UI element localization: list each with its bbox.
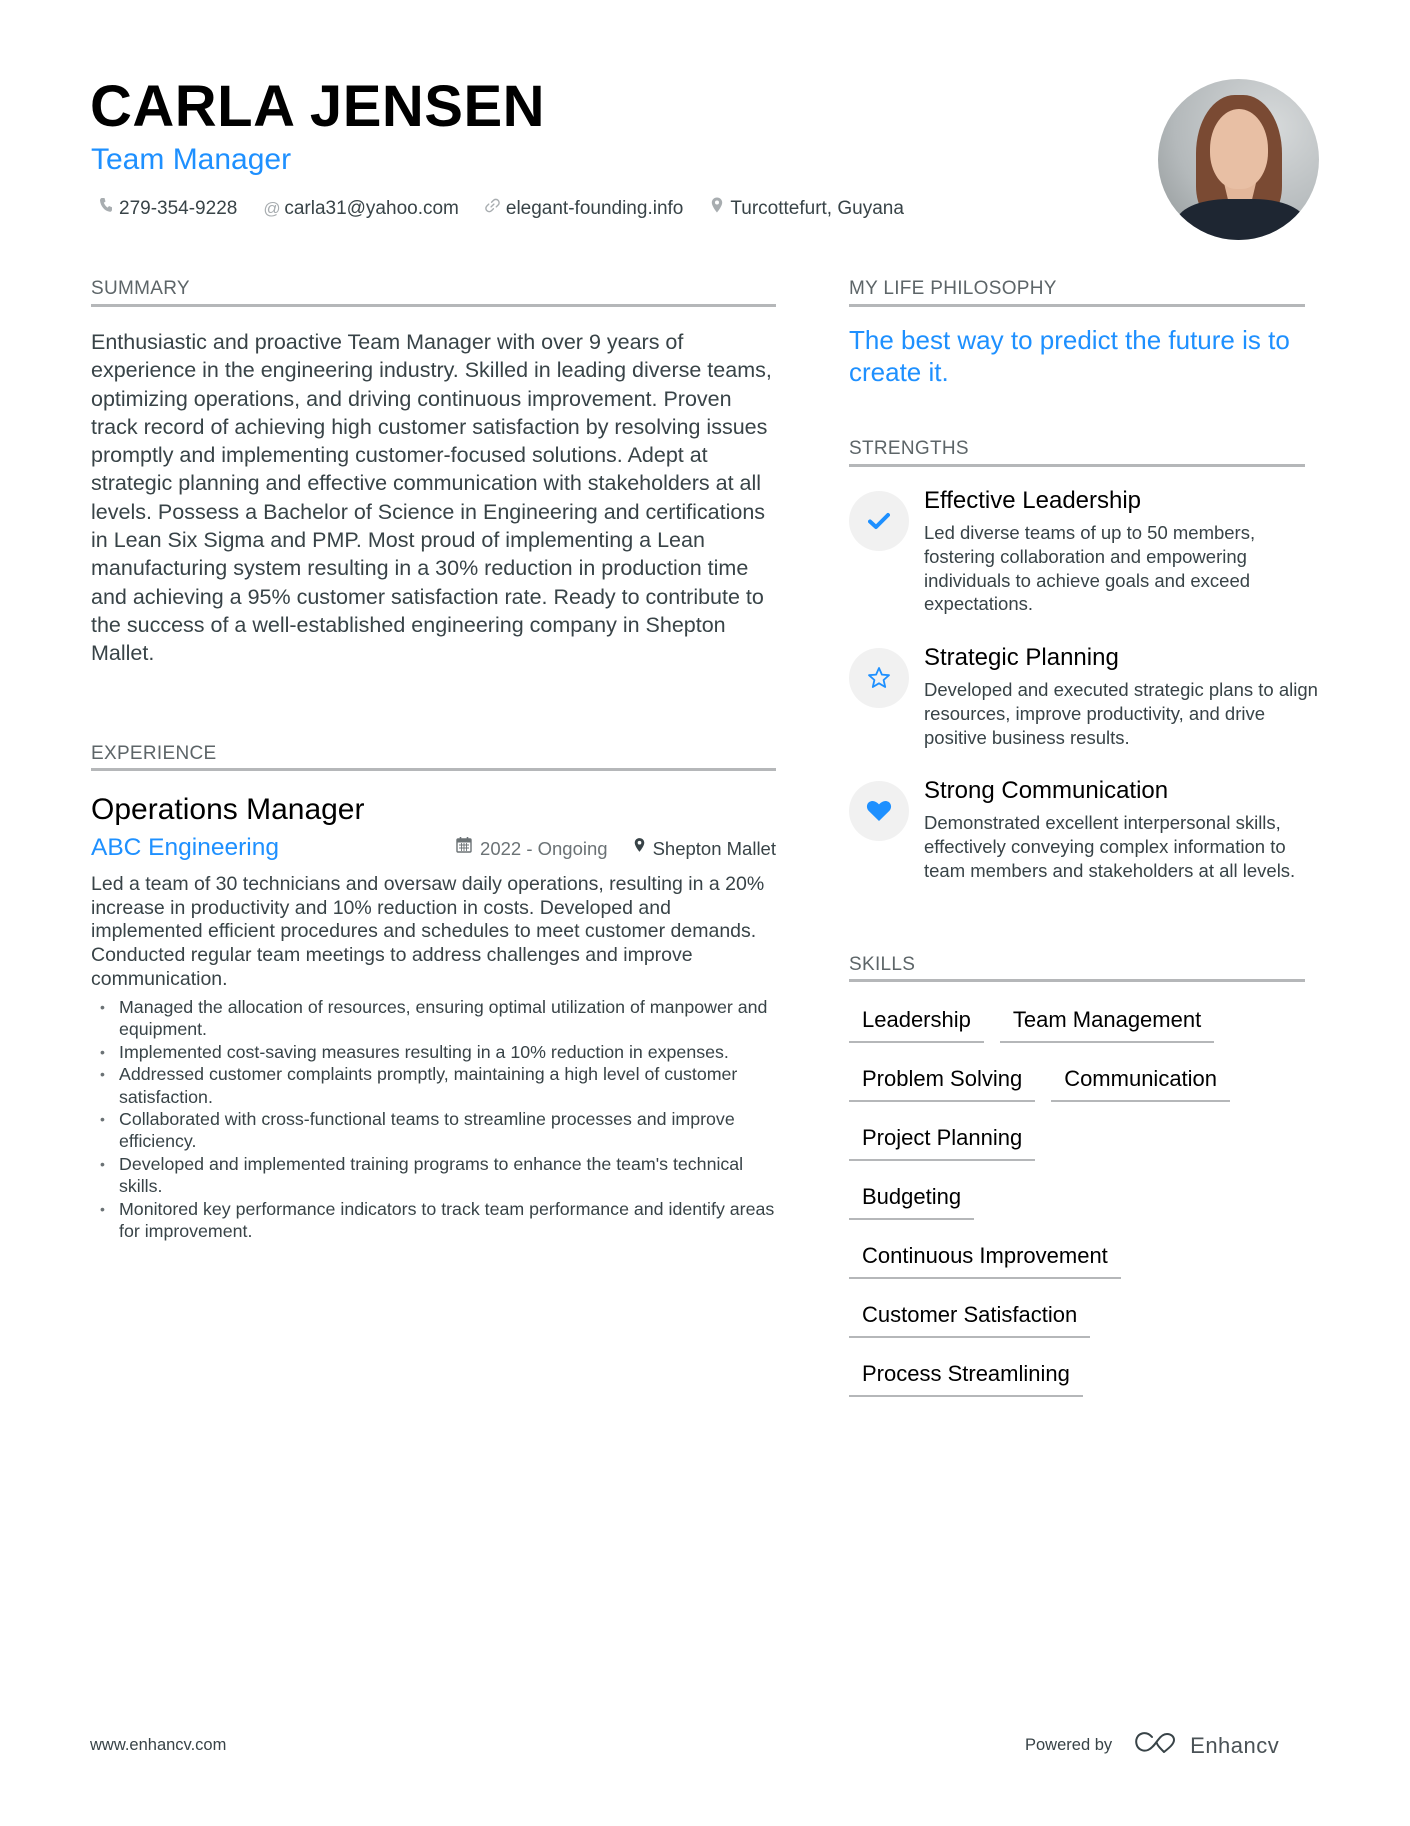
phone-icon <box>98 195 114 223</box>
profile-photo <box>1158 79 1319 240</box>
heart-icon <box>849 781 909 841</box>
job-bullet: Monitored key performance indicators to … <box>91 1198 791 1243</box>
job-dates-text: 2022 - Ongoing <box>480 838 608 859</box>
experience-divider <box>91 768 776 771</box>
job-description: Led a team of 30 technicians and oversaw… <box>91 873 765 990</box>
philosophy-quote: The best way to predict the future is to… <box>849 325 1290 387</box>
experience-heading: EXPERIENCE <box>91 743 217 764</box>
powered-by-label: Powered by <box>1025 1736 1113 1754</box>
contact-location-text: Turcottefurt, Guyana <box>730 198 904 219</box>
job-location: Shepton Mallet <box>634 836 776 862</box>
strength-description: Demonstrated excellent interpersonal ski… <box>924 812 1296 881</box>
skill-tag: Process Streamlining <box>849 1354 1083 1397</box>
strengths-divider <box>849 464 1305 467</box>
skill-tag: Budgeting <box>849 1177 975 1220</box>
skills-list: Leadership Team Management Problem Solvi… <box>849 1000 1309 1397</box>
contact-location: Turcottefurt, Guyana <box>709 195 904 223</box>
enhancv-brand[interactable]: Enhancv <box>1134 1731 1279 1760</box>
job-location-text: Shepton Mallet <box>652 838 776 859</box>
job-company: ABC Engineering <box>91 834 279 861</box>
summary-divider <box>91 304 776 307</box>
strengths-heading: STRENGTHS <box>849 438 969 459</box>
job-bullet: Collaborated with cross-functional teams… <box>91 1108 791 1153</box>
calendar-icon <box>456 836 472 862</box>
job-title: Operations Manager <box>91 793 365 826</box>
skills-heading: SKILLS <box>849 954 916 975</box>
skill-tag: Project Planning <box>849 1118 1036 1161</box>
philosophy-heading: MY LIFE PHILOSOPHY <box>849 278 1057 299</box>
contact-email[interactable]: @ carla31@yahoo.com <box>263 195 459 223</box>
skill-tag: Customer Satisfaction <box>849 1295 1091 1338</box>
strength-description: Led diverse teams of up to 50 members, f… <box>924 522 1256 615</box>
enhancv-logo-icon <box>1134 1731 1180 1760</box>
strength-title: Strategic Planning <box>924 644 1119 671</box>
job-dates: 2022 - Ongoing <box>456 836 608 862</box>
contact-email-text: carla31@yahoo.com <box>284 198 459 219</box>
skill-tag: Leadership <box>849 1000 984 1043</box>
footer-website-link[interactable]: www.enhancv.com <box>90 1736 226 1755</box>
star-icon <box>849 648 909 708</box>
strength-title: Strong Communication <box>924 777 1169 804</box>
job-bullet: Implemented cost-saving measures resulti… <box>91 1041 791 1064</box>
job-meta: 2022 - Ongoing Shepton Mallet <box>456 836 776 862</box>
skill-tag: Problem Solving <box>849 1059 1036 1102</box>
location-pin-icon <box>634 836 645 862</box>
skills-divider <box>849 979 1305 982</box>
candidate-title: Team Manager <box>91 143 292 176</box>
job-bullets: Managed the allocation of resources, ens… <box>91 996 791 1242</box>
summary-text: Enthusiastic and proactive Team Manager … <box>91 330 772 666</box>
job-bullet: Developed and implemented training progr… <box>91 1153 791 1198</box>
contact-website-text: elegant-founding.info <box>505 198 684 219</box>
skill-tag: Continuous Improvement <box>849 1236 1121 1279</box>
contact-row: 279-354-9228 @ carla31@yahoo.com elegant… <box>98 195 904 223</box>
location-pin-icon <box>709 195 725 223</box>
candidate-name: CARLA JENSEN <box>90 74 546 139</box>
job-bullet: Addressed customer complaints promptly, … <box>91 1063 791 1108</box>
strength-description: Developed and executed strategic plans t… <box>924 679 1318 748</box>
skill-tag: Team Management <box>999 1000 1215 1043</box>
enhancv-brand-name: Enhancv <box>1190 1732 1280 1758</box>
strength-title: Effective Leadership <box>924 487 1142 514</box>
skill-tag: Communication <box>1051 1059 1231 1102</box>
checkmark-icon <box>849 491 909 551</box>
link-icon <box>485 195 501 223</box>
at-icon: @ <box>263 199 281 218</box>
contact-phone[interactable]: 279-354-9228 <box>98 195 237 223</box>
contact-website[interactable]: elegant-founding.info <box>485 195 683 223</box>
philosophy-divider <box>849 304 1305 307</box>
summary-heading: SUMMARY <box>91 278 190 299</box>
job-bullet: Managed the allocation of resources, ens… <box>91 996 791 1041</box>
contact-phone-text: 279-354-9228 <box>119 198 238 219</box>
footer-branding: Powered by Enhancv <box>1025 1731 1279 1760</box>
